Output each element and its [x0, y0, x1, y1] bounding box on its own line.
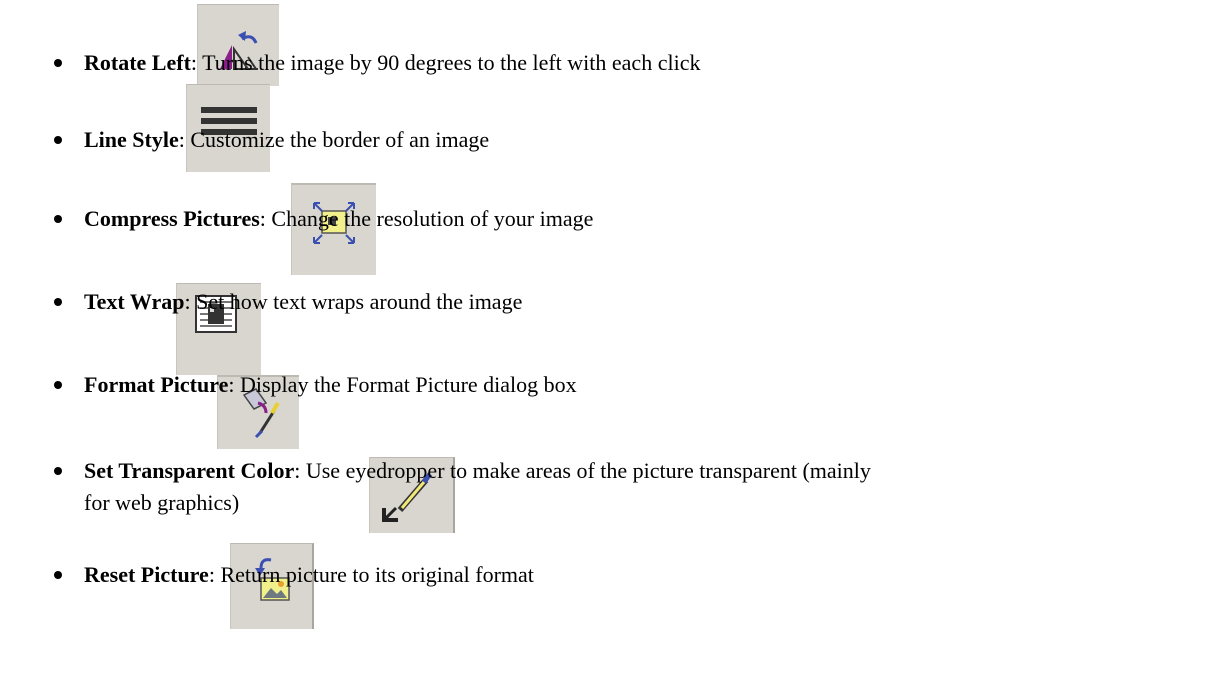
- bullet: [54, 467, 62, 475]
- item-description: Turns the image by 90 degrees to the lef…: [202, 50, 701, 75]
- item-name: Line Style: [84, 127, 179, 152]
- item-description: Set how text wraps around the image: [196, 289, 523, 314]
- bullet: [54, 298, 62, 306]
- item-name: Reset Picture: [84, 562, 209, 587]
- item-name: Compress Pictures: [84, 206, 260, 231]
- item-description: Customize the border of an image: [190, 127, 490, 152]
- bullet: [54, 215, 62, 223]
- item-name: Set Transparent Color: [84, 458, 295, 483]
- bullet: [54, 381, 62, 389]
- item-name: Format Picture: [84, 372, 229, 397]
- bullet: [54, 59, 62, 67]
- item-description: Change the resolution of your image: [271, 206, 594, 231]
- item-name: Rotate Left: [84, 50, 191, 75]
- bullet: [54, 136, 62, 144]
- item-description-continuation: for web graphics): [84, 490, 240, 515]
- item-description: Use eyedropper to make areas of the pict…: [305, 458, 871, 483]
- bullet: [54, 571, 62, 579]
- item-name: Text Wrap: [84, 289, 185, 314]
- item-description: Return picture to its original format: [220, 562, 534, 587]
- item-description: Display the Format Picture dialog box: [240, 372, 577, 397]
